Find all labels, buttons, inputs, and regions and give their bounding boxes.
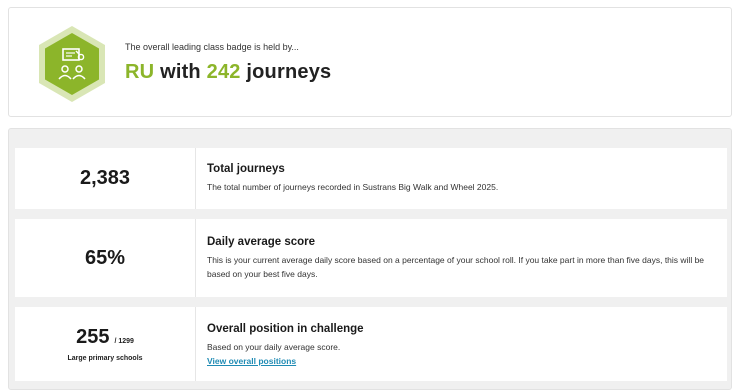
daily-average-value: 65%: [84, 246, 126, 269]
overall-position-description: Based on your daily average score.: [207, 341, 341, 352]
leading-class-journeys-count: 242: [206, 61, 241, 83]
leading-class-badge-card: The overall leading class badge is held …: [8, 7, 732, 117]
class-badge-hexagon: [32, 24, 112, 104]
total-journeys-info: Total journeys The total number of journ…: [196, 148, 727, 209]
daily-average-title: Daily average score: [207, 235, 316, 248]
badge-headline: RU with 242 journeys: [125, 61, 331, 84]
total-journeys-title: Total journeys: [207, 163, 285, 175]
overall-position-value-cell: 255 / 1299 Large primary schools: [15, 307, 196, 381]
daily-average-description: This is your current average daily score…: [207, 254, 705, 279]
daily-average-info: Daily average score This is your current…: [196, 219, 727, 297]
total-journeys-row: 2,383 Total journeys The total number of…: [15, 148, 727, 209]
school-category-label: Large primary schools: [67, 355, 143, 362]
total-journeys-value: 2,383: [79, 167, 131, 189]
badge-with-text: with: [160, 61, 201, 83]
overall-position-total: / 1299: [114, 338, 134, 345]
overall-position-title: Overall position in challenge: [207, 322, 364, 335]
leading-class-name: RU: [125, 61, 155, 83]
view-overall-positions-link[interactable]: View overall positions: [207, 356, 711, 366]
total-journeys-value-cell: 2,383: [15, 148, 196, 209]
daily-average-value-cell: 65%: [15, 219, 196, 297]
badge-journeys-label: journeys: [246, 61, 332, 83]
total-journeys-description: The total number of journeys recorded in…: [207, 182, 499, 192]
daily-average-row: 65% Daily average score This is your cur…: [15, 219, 727, 297]
overall-position-row: 255 / 1299 Large primary schools Overall…: [15, 307, 727, 381]
overall-position-value: 255: [76, 326, 110, 348]
overall-position-info: Overall position in challenge Based on y…: [196, 307, 727, 381]
challenge-stats-card: 2,383 Total journeys The total number of…: [8, 128, 732, 390]
class-group-icon: [39, 26, 105, 102]
badge-intro-text: The overall leading class badge is held …: [125, 42, 299, 52]
